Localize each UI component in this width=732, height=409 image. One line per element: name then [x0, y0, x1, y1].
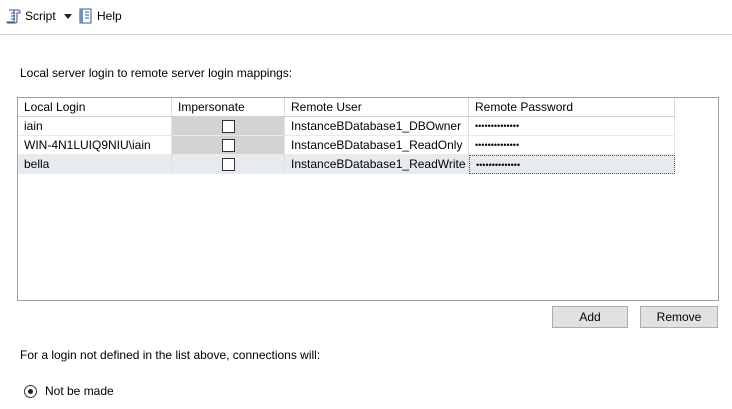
script-button[interactable]: Script [6, 6, 56, 26]
remote-password-cell[interactable]: •••••••••••••• [469, 136, 675, 155]
help-label: Help [97, 9, 122, 23]
column-header-remote-user[interactable]: Remote User [285, 98, 469, 117]
login-mappings-grid[interactable]: Local Login Impersonate Remote User Remo… [17, 97, 719, 301]
impersonate-cell [172, 117, 285, 136]
remote-password-cell[interactable]: •••••••••••••• [469, 117, 675, 136]
table-row[interactable]: iain InstanceBDatabase1_DBOwner ••••••••… [18, 117, 675, 136]
remote-user-cell[interactable]: InstanceBDatabase1_ReadOnly [285, 136, 469, 155]
add-button[interactable]: Add [552, 306, 628, 328]
script-dropdown[interactable] [62, 6, 74, 26]
help-button[interactable]: Help [78, 6, 122, 26]
not-be-made-option[interactable]: Not be made [24, 384, 114, 398]
remote-user-cell[interactable]: InstanceBDatabase1_ReadWrite [285, 155, 469, 174]
column-header-remote-password[interactable]: Remote Password [469, 98, 675, 117]
impersonate-checkbox[interactable] [221, 157, 235, 171]
mappings-label: Local server login to remote server logi… [20, 66, 293, 80]
toolbar: Script Help [0, 0, 732, 35]
impersonate-cell [172, 155, 285, 174]
script-label: Script [25, 9, 56, 23]
radio-selected-dot [28, 388, 33, 394]
undefined-login-label: For a login not defined in the list abov… [20, 348, 321, 362]
column-header-local-login[interactable]: Local Login [18, 98, 172, 117]
impersonate-checkbox[interactable] [221, 119, 235, 133]
chevron-down-icon [64, 13, 72, 19]
not-be-made-label: Not be made [45, 384, 114, 398]
local-login-cell[interactable]: WIN-4N1LUIQ9NIU\iain [18, 136, 172, 155]
impersonate-cell [172, 136, 285, 155]
local-login-cell[interactable]: bella [18, 155, 172, 174]
help-book-icon [79, 8, 92, 24]
remote-password-cell[interactable]: •••••••••••••• [469, 155, 675, 174]
script-icon [6, 9, 21, 24]
column-header-impersonate[interactable]: Impersonate [172, 98, 285, 117]
remove-button[interactable]: Remove [640, 306, 718, 328]
table-row[interactable]: WIN-4N1LUIQ9NIU\iain InstanceBDatabase1_… [18, 136, 675, 155]
not-be-made-radio[interactable] [24, 384, 37, 398]
remote-user-cell[interactable]: InstanceBDatabase1_DBOwner [285, 117, 469, 136]
local-login-cell[interactable]: iain [18, 117, 172, 136]
grid-header: Local Login Impersonate Remote User Remo… [18, 98, 675, 117]
table-row-selected[interactable]: bella InstanceBDatabase1_ReadWrite •••••… [18, 155, 675, 174]
impersonate-checkbox[interactable] [221, 138, 235, 152]
